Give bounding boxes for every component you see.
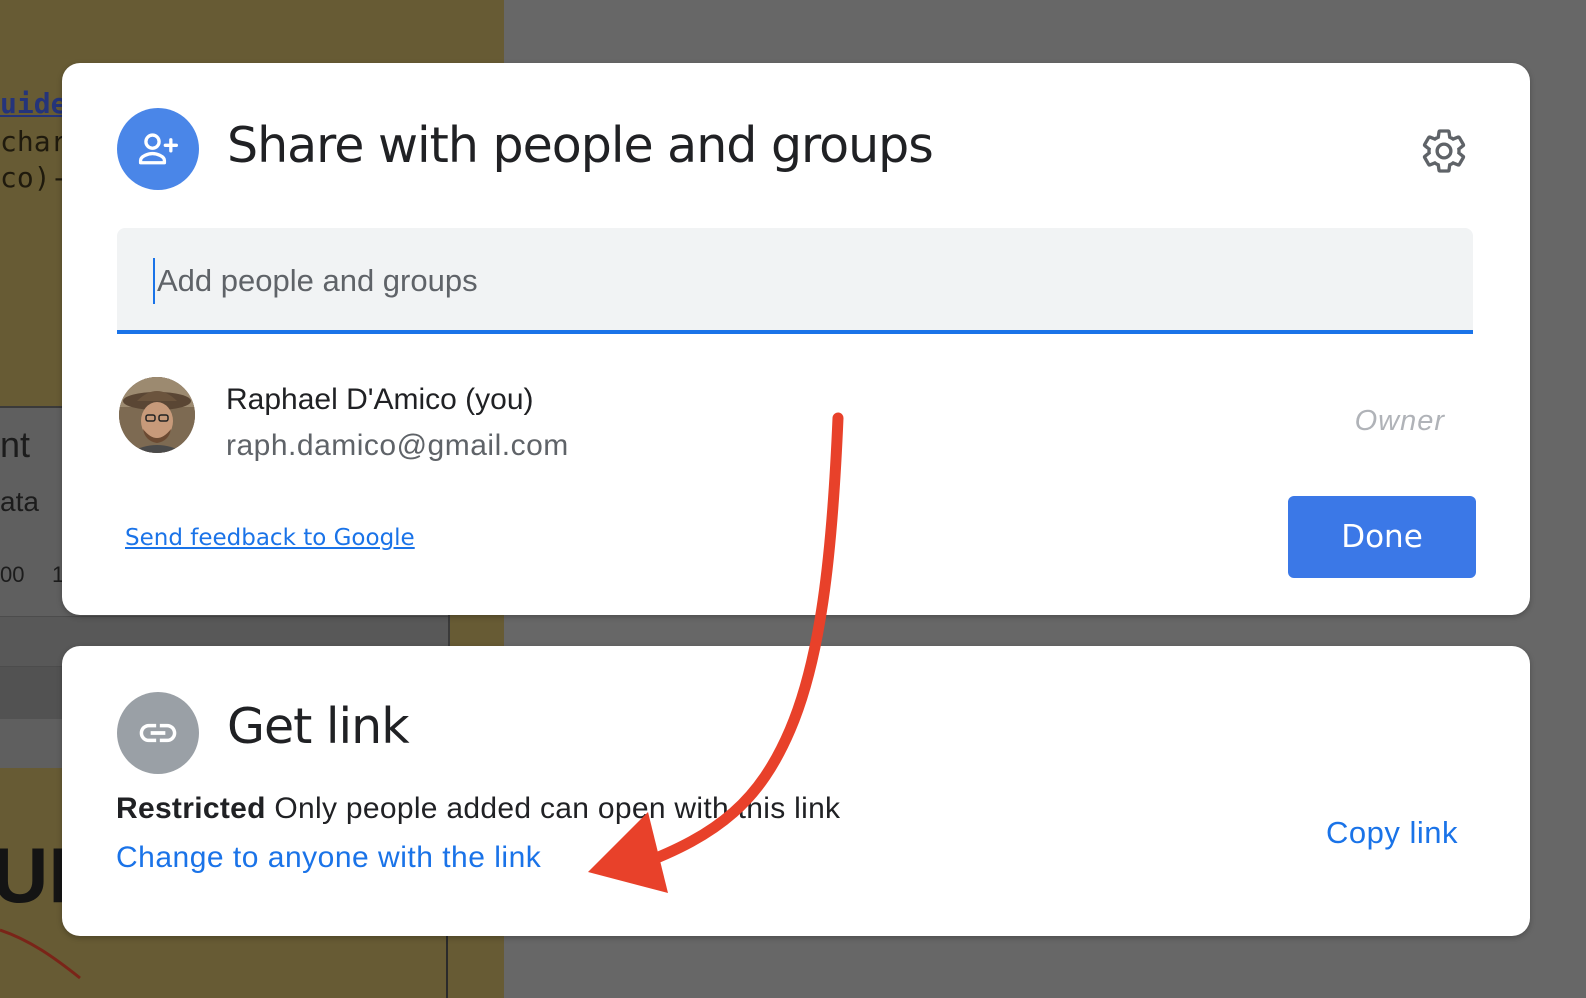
get-link-dialog: Get link Restricted Only people added ca… [62, 646, 1530, 936]
background-panel-text: 00 [0, 562, 25, 587]
copy-link-button[interactable]: Copy link [1326, 815, 1458, 851]
gear-icon [1422, 129, 1466, 173]
change-access-link[interactable]: Change to anyone with the link [116, 841, 541, 875]
link-icon [117, 692, 199, 774]
person-role-label: Owner [1354, 405, 1445, 437]
background-text-line: char [0, 125, 68, 158]
background-text-line: uide [0, 87, 68, 120]
done-button[interactable]: Done [1288, 496, 1476, 578]
background-panel-text: ata [0, 486, 39, 517]
person-email: raph.damico@gmail.com [226, 429, 569, 462]
access-description-text: Only people added can open with this lin… [274, 792, 841, 825]
background-panel-text: nt [0, 424, 31, 465]
access-description: Restricted Only people added can open wi… [116, 792, 840, 826]
add-people-input[interactable] [153, 258, 1439, 304]
share-dialog: Share with people and groups Raphael D'A… [62, 63, 1530, 615]
get-link-title: Get link [227, 698, 410, 755]
settings-button[interactable] [1418, 125, 1470, 177]
person-name: Raphael D'Amico (you) [226, 383, 534, 416]
add-people-field-container [117, 228, 1473, 334]
dialog-title: Share with people and groups [227, 117, 934, 174]
avatar [119, 377, 195, 453]
person-add-icon [117, 108, 199, 190]
background-text-line: co)- [0, 161, 68, 194]
person-row: Raphael D'Amico (you) raph.damico@gmail.… [117, 375, 1473, 465]
send-feedback-link[interactable]: Send feedback to Google [125, 525, 415, 551]
access-level-label: Restricted [116, 792, 266, 825]
